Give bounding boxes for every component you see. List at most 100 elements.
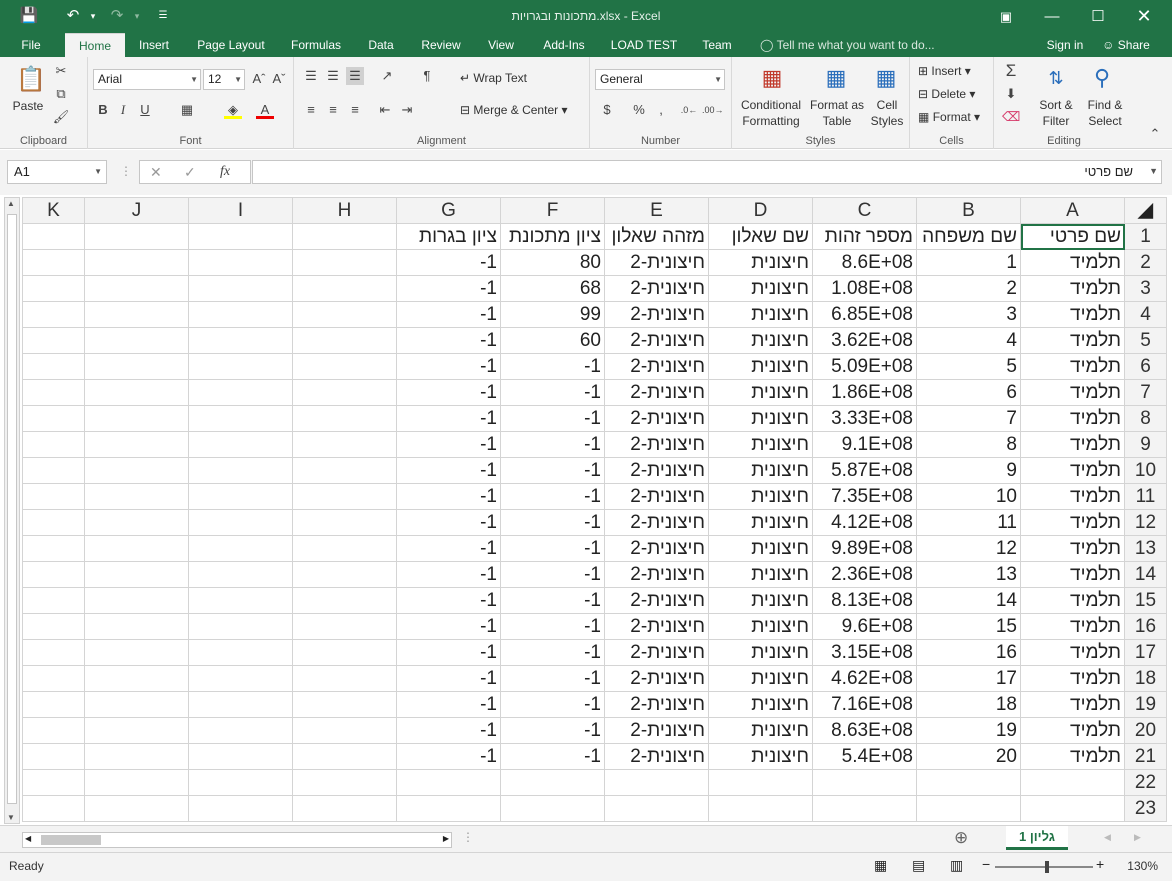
cell[interactable]: 60 <box>500 327 605 354</box>
cell[interactable] <box>292 301 397 328</box>
format-painter-icon[interactable]: 🖌 <box>52 108 70 126</box>
cell[interactable]: -1 <box>396 665 501 692</box>
row-header[interactable]: 15 <box>1124 587 1167 614</box>
tab-view[interactable]: View <box>480 33 522 57</box>
cell[interactable]: -1 <box>396 327 501 354</box>
cell[interactable]: 68 <box>500 275 605 302</box>
row-header[interactable]: 8 <box>1124 405 1167 432</box>
cell[interactable]: ציון בגרות <box>396 223 501 250</box>
tab-team[interactable]: Team <box>694 33 740 57</box>
column-header[interactable]: G <box>396 197 501 224</box>
cell[interactable]: -1 <box>500 483 605 510</box>
wrap-text-button[interactable]: ↵ Wrap Text <box>460 71 527 85</box>
row-header[interactable]: 18 <box>1124 665 1167 692</box>
cell[interactable]: חיצונית <box>708 301 813 328</box>
cell[interactable]: 9.6E+08 <box>812 613 917 640</box>
cell[interactable]: -1 <box>500 587 605 614</box>
cell[interactable] <box>292 457 397 484</box>
cell[interactable]: 9 <box>916 457 1021 484</box>
cell[interactable]: חיצונית <box>708 327 813 354</box>
cell[interactable]: -1 <box>396 457 501 484</box>
cell[interactable]: -1 <box>396 717 501 744</box>
cell[interactable] <box>188 275 293 302</box>
rtl-direction-icon[interactable]: ¶ <box>418 67 436 85</box>
cell[interactable] <box>84 327 189 354</box>
cell[interactable] <box>84 743 189 770</box>
paste-icon[interactable]: 📋 <box>16 65 46 95</box>
clear-icon[interactable]: ⌫ <box>1002 108 1020 126</box>
column-header[interactable]: I <box>188 197 293 224</box>
cell[interactable]: חיצונית <box>708 249 813 276</box>
cell[interactable]: -1 <box>500 691 605 718</box>
cell[interactable]: 4 <box>916 327 1021 354</box>
cell[interactable]: -1 <box>396 379 501 406</box>
cell[interactable]: חיצונית-2 <box>604 327 709 354</box>
cell[interactable]: -1 <box>396 639 501 666</box>
tab-home[interactable]: Home <box>65 33 125 57</box>
cell[interactable] <box>812 769 917 796</box>
cell[interactable]: חיצונית-2 <box>604 535 709 562</box>
cell[interactable] <box>22 665 85 692</box>
cell[interactable]: 9.89E+08 <box>812 535 917 562</box>
cell[interactable]: חיצונית-2 <box>604 743 709 770</box>
cell[interactable]: תלמיד <box>1020 301 1125 328</box>
cell[interactable]: 80 <box>500 249 605 276</box>
cell[interactable] <box>292 431 397 458</box>
cell[interactable]: 20 <box>916 743 1021 770</box>
cell[interactable] <box>22 353 85 380</box>
cell[interactable] <box>84 301 189 328</box>
cell[interactable] <box>84 535 189 562</box>
increase-decimal-icon[interactable]: .0← <box>680 101 698 119</box>
cell[interactable]: -1 <box>396 483 501 510</box>
column-header[interactable]: B <box>916 197 1021 224</box>
tab-data[interactable]: Data <box>361 33 401 57</box>
cell[interactable]: 8.13E+08 <box>812 587 917 614</box>
cell[interactable] <box>22 301 85 328</box>
cell[interactable]: -1 <box>396 509 501 536</box>
cell[interactable]: 3.62E+08 <box>812 327 917 354</box>
share-button[interactable]: ☺ Share <box>1096 33 1156 57</box>
decrease-decimal-icon[interactable]: .00→ <box>702 101 724 119</box>
increase-indent-icon[interactable]: ⇥ <box>398 101 416 119</box>
insert-cells-button[interactable]: ⊞ Insert ▾ <box>918 64 971 78</box>
cell[interactable]: -1 <box>396 587 501 614</box>
cell[interactable]: -1 <box>396 535 501 562</box>
cell[interactable]: -1 <box>396 613 501 640</box>
cell[interactable]: שם שאלון <box>708 223 813 250</box>
find-select-button[interactable]: Find & Select <box>1082 97 1128 129</box>
cell[interactable]: חיצונית-2 <box>604 275 709 302</box>
cell[interactable] <box>188 717 293 744</box>
cell[interactable]: -1 <box>396 249 501 276</box>
expand-formula-icon[interactable]: ▼ <box>1149 166 1158 176</box>
cell[interactable]: מזהה שאלון <box>604 223 709 250</box>
cell[interactable]: 3 <box>916 301 1021 328</box>
cell[interactable] <box>84 717 189 744</box>
column-header[interactable]: F <box>500 197 605 224</box>
cell[interactable] <box>188 327 293 354</box>
scroll-left-icon[interactable]: ◀ <box>25 834 31 843</box>
cell[interactable] <box>188 665 293 692</box>
cell[interactable] <box>292 405 397 432</box>
row-header[interactable]: 7 <box>1124 379 1167 406</box>
cell[interactable]: 8 <box>916 431 1021 458</box>
formula-input[interactable]: שם פרטי <box>252 160 1162 184</box>
vertical-scrollbar[interactable]: ▲ ▼ <box>4 197 20 824</box>
cell[interactable] <box>188 795 293 822</box>
cell[interactable] <box>188 509 293 536</box>
cell[interactable] <box>84 405 189 432</box>
cell[interactable] <box>84 795 189 822</box>
bold-button[interactable]: B <box>94 101 112 119</box>
cell[interactable]: 5.09E+08 <box>812 353 917 380</box>
name-box[interactable]: A1 ▼ <box>7 160 107 184</box>
decrease-indent-icon[interactable]: ⇤ <box>376 101 394 119</box>
merge-center-button[interactable]: ⊟ Merge & Center ▾ <box>460 103 567 117</box>
cell[interactable]: -1 <box>500 717 605 744</box>
cell[interactable] <box>22 223 85 250</box>
cell[interactable]: חיצונית <box>708 639 813 666</box>
autosum-icon[interactable]: Σ <box>1002 62 1020 80</box>
row-header[interactable]: 20 <box>1124 717 1167 744</box>
cell[interactable]: חיצונית <box>708 379 813 406</box>
cell[interactable]: תלמיד <box>1020 535 1125 562</box>
cell[interactable] <box>188 691 293 718</box>
cell[interactable] <box>84 509 189 536</box>
